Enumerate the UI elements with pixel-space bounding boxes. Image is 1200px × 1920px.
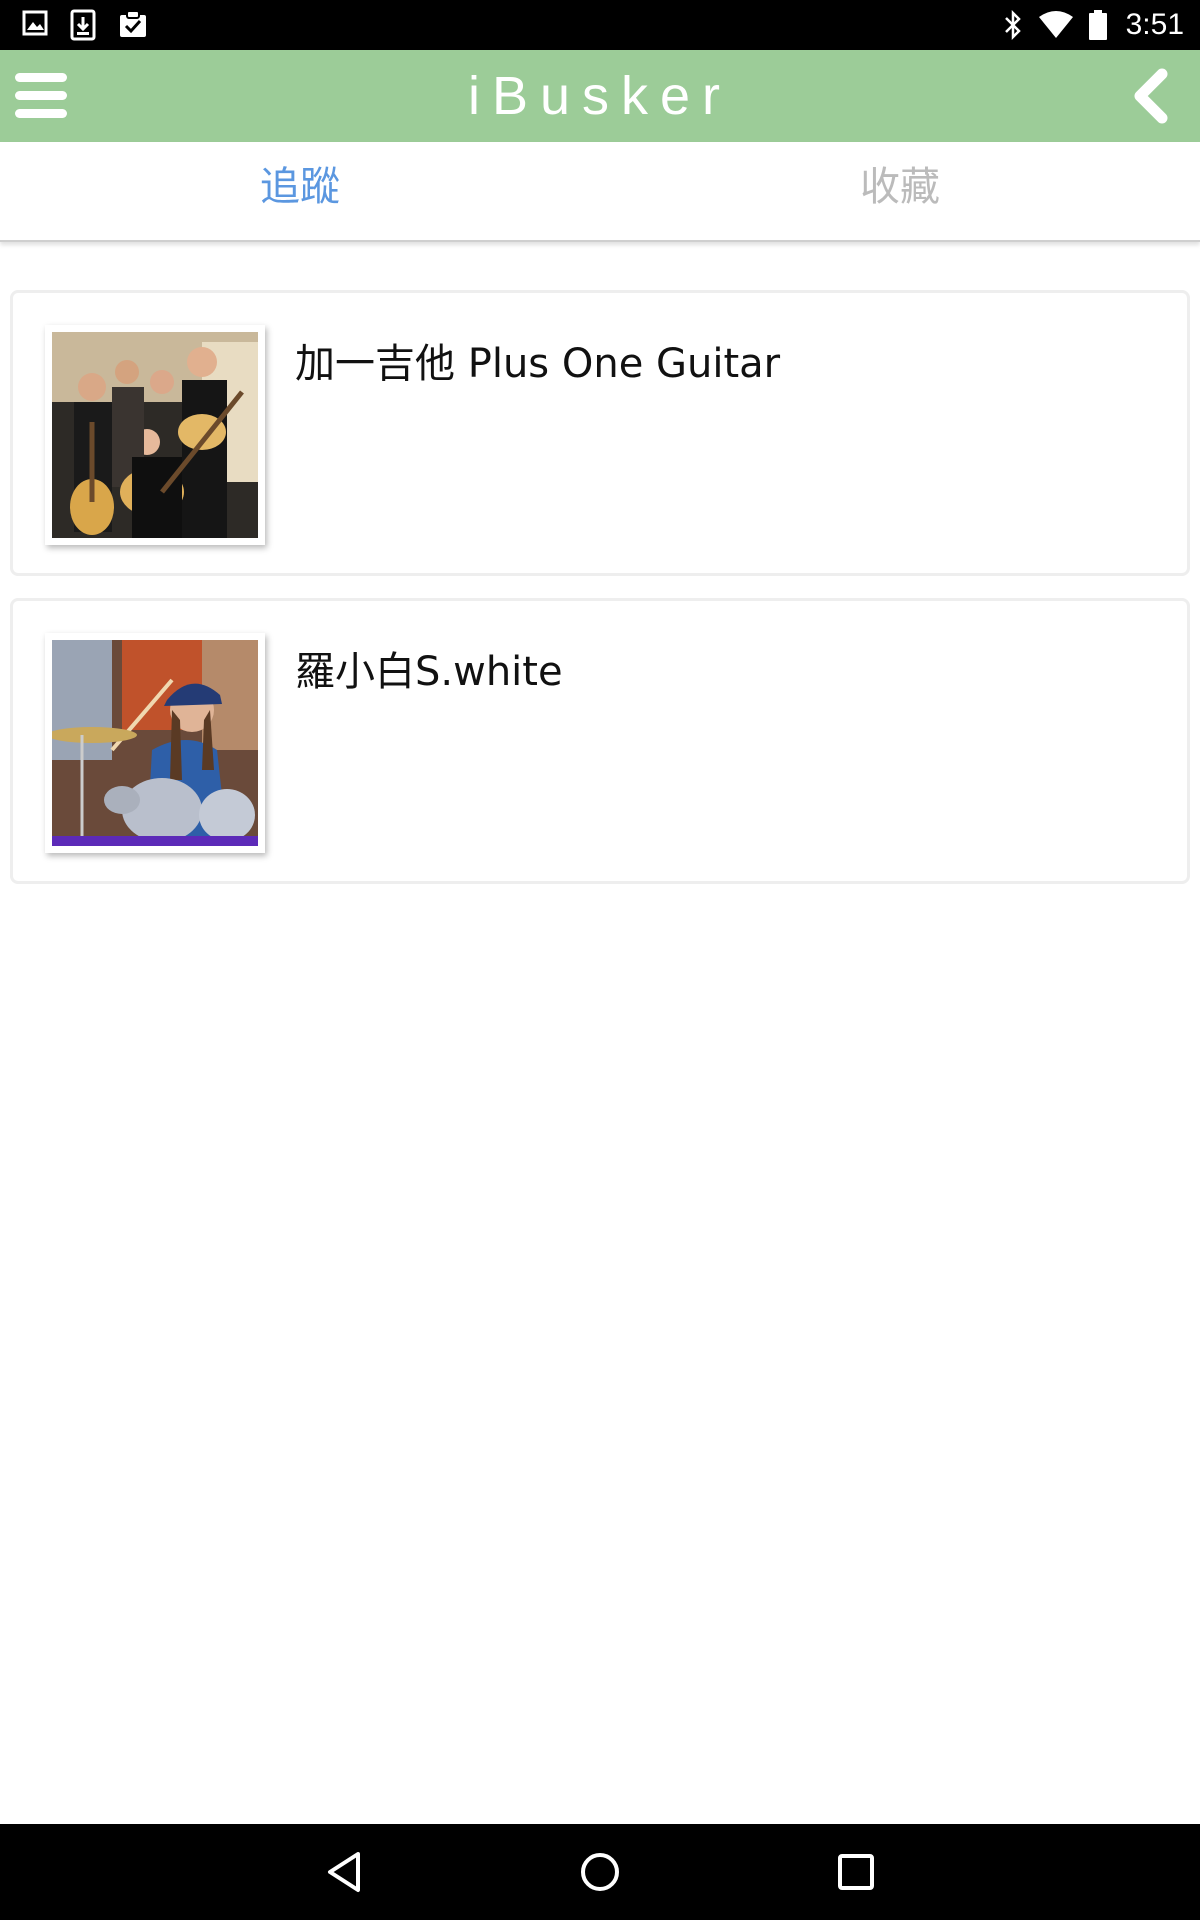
busker-name: 羅小白S.white: [295, 649, 563, 695]
tab-bar: 追蹤 收藏: [0, 142, 1200, 242]
image-icon: [22, 10, 48, 36]
menu-icon-line: [15, 108, 67, 118]
bluetooth-icon: [1004, 10, 1021, 40]
drummer-photo: [52, 640, 258, 846]
tab-following[interactable]: 追蹤: [0, 142, 600, 240]
notification-icons: [22, 9, 148, 41]
app-bar: iBusker: [0, 50, 1200, 142]
recents-square-icon[interactable]: [832, 1848, 880, 1896]
status-bar: 3:51: [0, 0, 1200, 50]
busker-name: 加一吉他 Plus One Guitar: [295, 341, 781, 387]
back-triangle-icon[interactable]: [320, 1848, 368, 1896]
chevron-left-icon: [1134, 68, 1168, 124]
system-icons: 3:51: [1002, 0, 1184, 50]
wifi-icon: [1038, 11, 1073, 38]
home-circle-icon[interactable]: [576, 1848, 624, 1896]
app-title: iBusker: [467, 66, 733, 126]
list-item[interactable]: 羅小白S.white: [10, 598, 1190, 884]
tab-favorites[interactable]: 收藏: [600, 142, 1200, 240]
guitar-group-photo: [52, 332, 258, 538]
busker-list: 加一吉他 Plus One Guitar 羅小白S.white: [10, 290, 1190, 906]
menu-button[interactable]: [14, 68, 68, 122]
back-button[interactable]: [1124, 68, 1180, 124]
thumbnail: [45, 633, 265, 853]
menu-icon-line: [15, 72, 67, 82]
download-icon: [70, 9, 96, 41]
menu-icon-line: [15, 90, 67, 100]
clock: 3:51: [1125, 8, 1184, 41]
system-nav-bar: [0, 1824, 1200, 1920]
list-item[interactable]: 加一吉他 Plus One Guitar: [10, 290, 1190, 576]
clipboard-check-icon: [120, 10, 146, 37]
thumbnail: [45, 325, 265, 545]
battery-icon: [1088, 10, 1107, 40]
